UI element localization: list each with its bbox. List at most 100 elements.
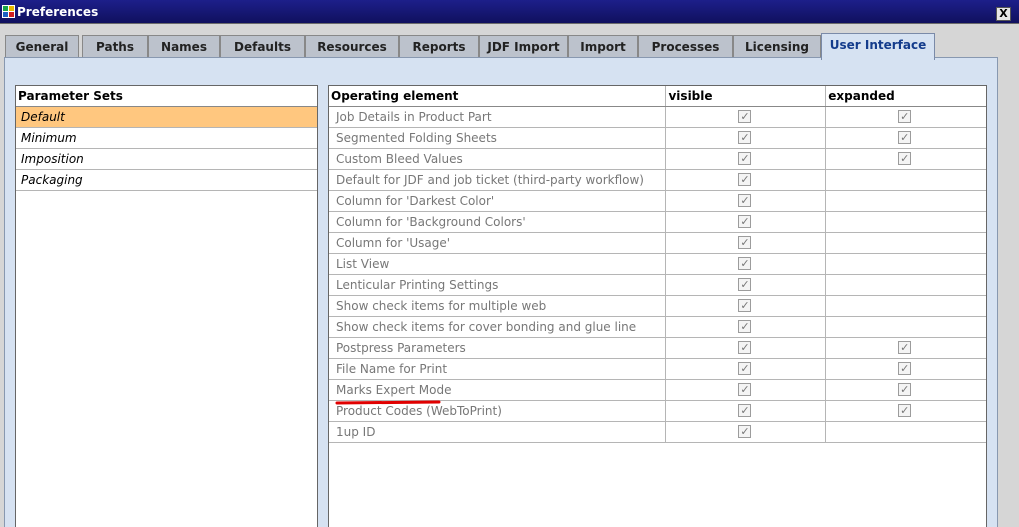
expanded-checkbox[interactable]: ✓	[898, 362, 912, 375]
table-row: Segmented Folding Sheets ✓ ✓	[329, 128, 986, 149]
tab-user-interface[interactable]: User Interface	[821, 33, 935, 60]
operating-element-name: Show check items for multiple web	[329, 296, 667, 316]
tab-resources[interactable]: Resources	[305, 35, 399, 58]
visible-checkbox[interactable]: ✓	[738, 173, 752, 186]
expanded-checkbox[interactable]: ✓	[898, 131, 912, 144]
expanded-cell: ✓	[826, 401, 986, 421]
tab-reports[interactable]: Reports	[399, 35, 479, 58]
visible-cell: ✓	[666, 191, 827, 211]
visible-cell: ✓	[666, 170, 827, 190]
expanded-cell: ✓	[826, 149, 986, 169]
operating-element-name: Column for 'Darkest Color'	[329, 191, 667, 211]
visible-cell: ✓	[666, 296, 827, 316]
expanded-checkbox[interactable]: ✓	[898, 341, 912, 354]
operating-element-name: Show check items for cover bonding and g…	[329, 317, 667, 337]
visible-checkbox[interactable]: ✓	[738, 278, 752, 291]
tab-defaults[interactable]: Defaults	[220, 35, 305, 58]
parameter-set-imposition[interactable]: Imposition	[16, 149, 317, 170]
operating-element-name: List View	[329, 254, 667, 274]
expanded-cell	[826, 317, 986, 337]
visible-checkbox[interactable]: ✓	[738, 215, 752, 228]
visible-checkbox[interactable]: ✓	[738, 131, 752, 144]
visible-checkbox[interactable]: ✓	[738, 152, 752, 165]
visible-cell: ✓	[666, 107, 827, 127]
operating-element-name: Column for 'Background Colors'	[329, 212, 667, 232]
visible-cell: ✓	[666, 401, 827, 421]
checkmark-icon: ✓	[900, 383, 910, 396]
checkmark-icon: ✓	[740, 425, 750, 438]
app-grid-icon	[2, 5, 15, 18]
visible-checkbox[interactable]: ✓	[738, 110, 752, 123]
table-row: Lenticular Printing Settings ✓	[329, 275, 986, 296]
tab-jdf-import[interactable]: JDF Import	[479, 35, 568, 58]
table-row: Column for 'Darkest Color' ✓	[329, 191, 986, 212]
table-body: Job Details in Product Part ✓ ✓ Segmented F…	[329, 107, 986, 443]
checkmark-icon: ✓	[740, 194, 750, 207]
table-header-row: Operating element visible expanded	[329, 86, 986, 107]
visible-cell: ✓	[666, 212, 827, 232]
visible-cell: ✓	[666, 380, 827, 400]
checkmark-icon: ✓	[740, 404, 750, 417]
visible-checkbox[interactable]: ✓	[738, 362, 752, 375]
checkmark-icon: ✓	[740, 110, 750, 123]
tab-names[interactable]: Names	[148, 35, 220, 58]
expanded-checkbox[interactable]: ✓	[898, 110, 912, 123]
operating-element-name: Column for 'Usage'	[329, 233, 667, 253]
checkmark-icon: ✓	[740, 236, 750, 249]
expanded-cell	[826, 275, 986, 295]
parameter-sets-header: Parameter Sets	[16, 86, 317, 107]
parameter-set-default[interactable]: Default	[16, 107, 317, 128]
expanded-cell	[826, 422, 986, 442]
column-header-operating-element[interactable]: Operating element	[329, 86, 667, 106]
column-header-expanded[interactable]: expanded	[826, 86, 986, 106]
parameter-set-minimum[interactable]: Minimum	[16, 128, 317, 149]
visible-checkbox[interactable]: ✓	[738, 404, 752, 417]
expanded-cell: ✓	[826, 380, 986, 400]
visible-checkbox[interactable]: ✓	[738, 257, 752, 270]
tab-general[interactable]: General	[5, 35, 79, 58]
checkmark-icon: ✓	[900, 152, 910, 165]
visible-checkbox[interactable]: ✓	[738, 383, 752, 396]
table-row: Show check items for cover bonding and g…	[329, 317, 986, 338]
visible-cell: ✓	[666, 149, 827, 169]
table-row: File Name for Print ✓ ✓	[329, 359, 986, 380]
checkmark-icon: ✓	[740, 278, 750, 291]
red-underline-annotation	[335, 400, 441, 405]
expanded-cell: ✓	[826, 338, 986, 358]
table-row: Marks Expert Mode ✓ ✓	[329, 380, 986, 401]
tab-licensing[interactable]: Licensing	[733, 35, 821, 58]
visible-checkbox[interactable]: ✓	[738, 425, 752, 438]
title-bar: Preferences X	[0, 0, 1019, 24]
table-row: Postpress Parameters ✓ ✓	[329, 338, 986, 359]
visible-checkbox[interactable]: ✓	[738, 299, 752, 312]
expanded-cell	[826, 212, 986, 232]
expanded-checkbox[interactable]: ✓	[898, 404, 912, 417]
expanded-checkbox[interactable]: ✓	[898, 383, 912, 396]
expanded-checkbox[interactable]: ✓	[898, 152, 912, 165]
visible-cell: ✓	[666, 254, 827, 274]
table-row: List View ✓	[329, 254, 986, 275]
operating-element-name: Marks Expert Mode	[329, 380, 667, 400]
expanded-cell: ✓	[826, 107, 986, 127]
expanded-cell	[826, 191, 986, 211]
expanded-cell	[826, 254, 986, 274]
tab-import[interactable]: Import	[568, 35, 638, 58]
visible-checkbox[interactable]: ✓	[738, 341, 752, 354]
visible-checkbox[interactable]: ✓	[738, 320, 752, 333]
checkmark-icon: ✓	[740, 152, 750, 165]
visible-cell: ✓	[666, 317, 827, 337]
visible-cell: ✓	[666, 422, 827, 442]
visible-cell: ✓	[666, 359, 827, 379]
tab-paths[interactable]: Paths	[82, 35, 148, 58]
checkmark-icon: ✓	[740, 257, 750, 270]
checkmark-icon: ✓	[740, 299, 750, 312]
parameter-set-packaging[interactable]: Packaging	[16, 170, 317, 191]
expanded-cell	[826, 233, 986, 253]
table-row: Job Details in Product Part ✓ ✓	[329, 107, 986, 128]
column-header-visible[interactable]: visible	[666, 86, 827, 106]
visible-checkbox[interactable]: ✓	[738, 194, 752, 207]
tab-processes[interactable]: Processes	[638, 35, 733, 58]
close-icon[interactable]: X	[996, 7, 1011, 21]
operating-element-name: Segmented Folding Sheets	[329, 128, 667, 148]
visible-checkbox[interactable]: ✓	[738, 236, 752, 249]
